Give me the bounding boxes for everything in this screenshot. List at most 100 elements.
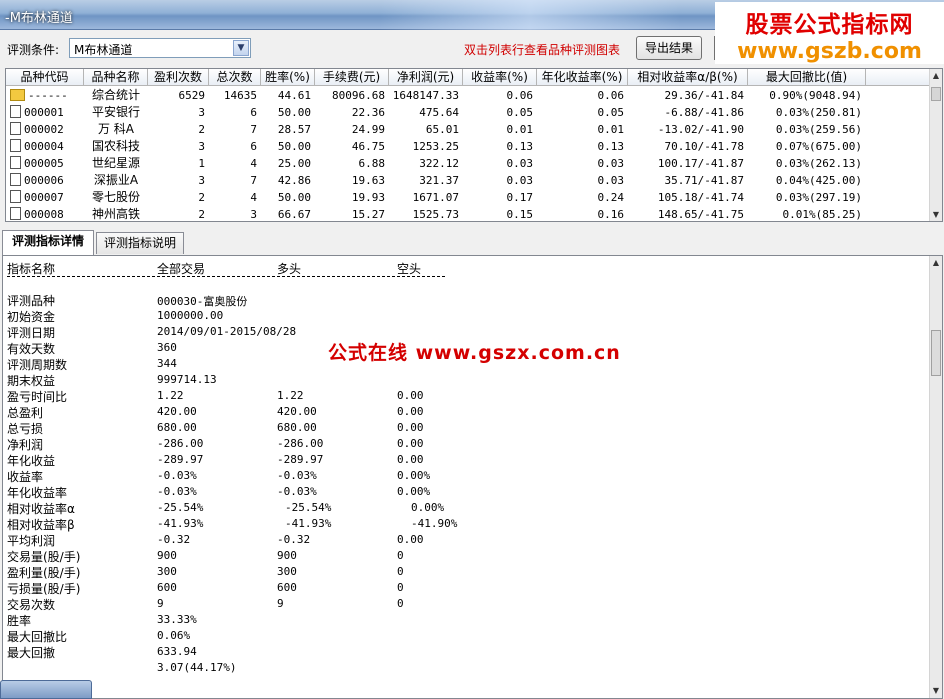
- detail-label: 评测品种: [7, 294, 56, 308]
- detail-label: 最大回撤比: [7, 630, 68, 644]
- cell-fee: 22.36: [351, 106, 385, 119]
- detail-value-c: -41.90%: [411, 517, 458, 530]
- column-header[interactable]: 年化收益率(%): [537, 69, 628, 86]
- condition-select[interactable]: M布林通道 ▼: [69, 38, 251, 58]
- table-row[interactable]: 000002 万 科A 2 7 28.57 24.99 65.01 0.01 0.01 -13.0…: [6, 121, 931, 138]
- cell-fee: 19.63: [351, 174, 385, 187]
- column-header[interactable]: 收益率(%): [463, 69, 537, 86]
- cell-code: 000001: [24, 106, 64, 119]
- cell-total: 7: [250, 174, 257, 187]
- detail-value-b: -0.03%: [277, 485, 317, 498]
- cell-relative: -13.02/-41.90: [657, 123, 744, 136]
- cell-fee: 24.99: [351, 123, 385, 136]
- document-icon: [10, 156, 21, 169]
- column-header[interactable]: 净利润(元): [389, 69, 463, 86]
- tab-detail[interactable]: 评测指标详情: [2, 230, 94, 255]
- brand-line2: www.gszb.com: [737, 39, 922, 64]
- cell-annual: 0.06: [597, 89, 625, 102]
- cell-winrate: 42.86: [277, 174, 311, 187]
- table-row[interactable]: ------ 综合统计 6529 14635 44.61 80096.68 1648147.…: [6, 87, 931, 104]
- table-row[interactable]: 000001 平安银行 3 6 50.00 22.36 475.64 0.05 0.05 -6.8…: [6, 104, 931, 121]
- detail-label: 评测日期: [7, 326, 56, 340]
- cell-wins: 3: [198, 140, 205, 153]
- cell-code: 000008: [24, 208, 64, 221]
- column-header[interactable]: 相对收益率α/β(%): [628, 69, 748, 86]
- cell-total: 4: [250, 157, 257, 170]
- cell-annual: 0.13: [597, 140, 625, 153]
- cell-relative: 148.65/-41.75: [657, 208, 744, 221]
- brand-logo: 股票公式指标网 www.gszb.com: [715, 2, 944, 64]
- detail-value-b: 1.22: [277, 389, 304, 402]
- cell-total: 6: [250, 106, 257, 119]
- cell-ret: 0.15: [506, 208, 534, 221]
- detail-value-a: -289.97: [157, 453, 204, 466]
- tab-explain[interactable]: 评测指标说明: [96, 232, 184, 254]
- cell-profit: 1671.07: [412, 191, 459, 204]
- column-header[interactable]: 盈利次数: [148, 69, 209, 86]
- detail-value-a: 360: [157, 341, 177, 354]
- column-header[interactable]: 胜率(%): [261, 69, 315, 86]
- scroll-thumb[interactable]: [931, 330, 941, 376]
- cell-relative: 100.17/-41.87: [657, 157, 744, 170]
- scroll-up-icon[interactable]: ▲: [930, 69, 942, 82]
- export-button[interactable]: 导出结果: [636, 36, 702, 60]
- detail-value-b: 300: [277, 565, 297, 578]
- cell-winrate: 25.00: [277, 157, 311, 170]
- table-row[interactable]: 000004 国农科技 3 6 50.00 46.75 1253.25 0.13 0.13 70.…: [6, 138, 931, 155]
- cell-wins: 2: [198, 208, 205, 221]
- column-header[interactable]: 品种名称: [84, 69, 148, 86]
- cell-name: 国农科技: [91, 139, 140, 153]
- detail-value-c: 0: [397, 581, 404, 594]
- cell-code-wrap: 000001: [6, 104, 84, 121]
- detail-column-header: 指标名称: [7, 262, 56, 276]
- table-row[interactable]: 000005 世纪星源 1 4 25.00 6.88 322.12 0.03 0.03 100.1…: [6, 155, 931, 172]
- detail-value-b: -41.93%: [285, 517, 332, 530]
- detail-label: 最大回撤: [7, 646, 56, 660]
- column-header[interactable]: 最大回撤比(值): [748, 69, 866, 86]
- detail-value-c: 0.00%: [411, 501, 445, 514]
- column-header[interactable]: 总次数: [209, 69, 261, 86]
- cell-drawdown: 0.03%(259.56): [775, 123, 862, 136]
- condition-label: 评测条件:: [7, 43, 60, 57]
- cell-wins: 3: [198, 174, 205, 187]
- cell-winrate: 50.00: [277, 106, 311, 119]
- detail-value-a: -0.03%: [157, 485, 197, 498]
- detail-value-b: -25.54%: [285, 501, 332, 514]
- detail-value-b: 9: [277, 597, 284, 610]
- cell-winrate: 66.67: [277, 208, 311, 221]
- cell-ret: 0.17: [506, 191, 534, 204]
- detail-label: 相对收益率α: [7, 502, 75, 516]
- scroll-thumb[interactable]: [931, 87, 941, 101]
- table-row[interactable]: 000008 神州高铁 2 3 66.67 15.27 1525.73 0.15 0.16 148…: [6, 206, 931, 221]
- detail-value-c: 0: [397, 597, 404, 610]
- detail-scrollbar[interactable]: ▲ ▼: [929, 256, 942, 698]
- scroll-up-icon[interactable]: ▲: [930, 256, 942, 270]
- table-row[interactable]: 000006 深振业A 3 7 42.86 19.63 321.37 0.03 0.03 35.7…: [6, 172, 931, 189]
- column-header[interactable]: 品种代码: [6, 69, 84, 86]
- detail-value-a: 1.22: [157, 389, 184, 402]
- cell-relative: 29.36/-41.84: [664, 89, 744, 102]
- scroll-down-icon[interactable]: ▼: [930, 684, 942, 698]
- cell-profit: 322.12: [419, 157, 459, 170]
- cell-code-wrap: 000006: [6, 172, 84, 189]
- detail-value-c: 0.00: [397, 389, 424, 402]
- cell-drawdown: 0.03%(297.19): [775, 191, 862, 204]
- detail-value-a: 999714.13: [157, 373, 217, 386]
- table-scrollbar[interactable]: ▲ ▼: [929, 69, 942, 221]
- table-row[interactable]: 000007 零七股份 2 4 50.00 19.93 1671.07 0.17 0.24 105…: [6, 189, 931, 206]
- cell-profit: 1253.25: [412, 140, 459, 153]
- column-header[interactable]: 手续费(元): [315, 69, 389, 86]
- cell-code-wrap: 000002: [6, 121, 84, 138]
- chevron-down-icon[interactable]: ▼: [233, 40, 249, 56]
- detail-value-a: 900: [157, 549, 177, 562]
- cell-name: 综合统计: [91, 88, 140, 102]
- cell-profit: 65.01: [425, 123, 459, 136]
- cell-name: 神州高铁: [91, 207, 140, 221]
- cell-name: 世纪星源: [91, 156, 140, 170]
- detail-value-c: 0.00: [397, 533, 424, 546]
- taskbar-button[interactable]: [0, 680, 92, 699]
- cell-total: 14635: [223, 89, 257, 102]
- scroll-down-icon[interactable]: ▼: [930, 208, 942, 221]
- detail-value-b: -286.00: [277, 437, 324, 450]
- detail-panel: 指标名称 全部交易 多头 空头 评测品种 000030-富奥股份 初始资金 1000000.0…: [2, 255, 943, 699]
